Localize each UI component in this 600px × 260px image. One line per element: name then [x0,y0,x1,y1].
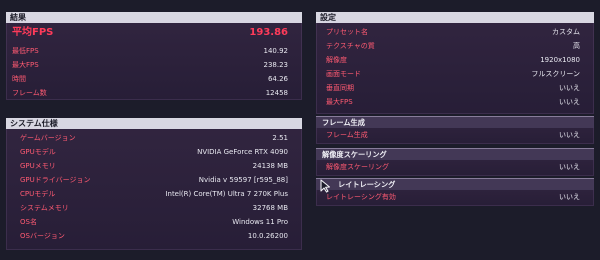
system-row-value: 24138 MB [252,162,288,170]
system-row: OS名 Windows 11 Pro [6,215,302,229]
results-row-label: 時間 [12,75,26,83]
results-row-value: 12458 [265,89,288,97]
upscaling-panel: 解像度スケーリング 解像度スケーリング いいえ [316,148,594,176]
settings-row: プリセット名 カスタム [316,25,594,39]
results-panel: 結果 平均FPS 193.86 最低FPS 140.92 最大FPS 238.2… [6,12,302,100]
system-row-value: NVIDIA GeForce RTX 4090 [197,148,288,156]
system-row-value: 10.0.26200 [247,232,288,240]
results-row: 最低FPS 140.92 [6,44,302,58]
system-row-label: OS名 [20,218,37,226]
system-row-value: Intel(R) Core(TM) Ultra 7 270K Plus [165,190,288,198]
settings-row: テクスチャの質 高 [316,39,594,53]
raytracing-panel: レイトレーシング レイトレーシング有効 いいえ [316,178,594,206]
avg-fps-label: 平均FPS [12,27,54,38]
raytracing-value: いいえ [559,193,580,201]
system-row: GPUメモリ 24138 MB [6,159,302,173]
settings-row-label: 垂直同期 [326,84,354,92]
results-row-label: 最低FPS [12,47,39,55]
raytracing-label: レイトレーシング有効 [326,193,396,201]
settings-row: 垂直同期 いいえ [316,81,594,95]
results-row-value: 140.92 [263,47,289,55]
system-row: GPUモデル NVIDIA GeForce RTX 4090 [6,145,302,159]
results-row-label: 最大FPS [12,61,39,69]
frame-gen-panel: フレーム生成 フレーム生成 いいえ [316,116,594,144]
upscaling-label: 解像度スケーリング [326,163,389,171]
frame-gen-value: いいえ [559,131,580,139]
system-row-value: 32768 MB [252,204,288,212]
settings-row-label: テクスチャの質 [326,42,375,50]
settings-row-value: カスタム [552,28,580,36]
avg-fps-row: 平均FPS 193.86 [6,25,302,41]
results-row-label: フレーム数 [12,89,47,97]
settings-row-label: プリセット名 [326,28,368,36]
results-row: 時間 64.26 [6,72,302,86]
raytracing-row: レイトレーシング有効 いいえ [316,190,594,204]
upscaling-header: 解像度スケーリング [316,148,594,160]
settings-row: 解像度 1920x1080 [316,53,594,67]
system-row: CPUモデル Intel(R) Core(TM) Ultra 7 270K Pl… [6,187,302,201]
settings-row-label: 解像度 [326,56,347,64]
results-row: フレーム数 12458 [6,86,302,100]
system-row-value: 2.51 [272,134,288,142]
upscaling-row: 解像度スケーリング いいえ [316,160,594,174]
system-row-value: Windows 11 Pro [232,218,288,226]
settings-row-value: いいえ [559,84,580,92]
mouse-pointer-icon [320,179,331,193]
system-row-label: GPUモデル [20,148,56,156]
system-row-label: ゲームバージョン [20,134,76,142]
settings-panel: 設定 プリセット名 カスタム テクスチャの質 高 解像度 1920x1080 画… [316,12,594,114]
system-row-label: GPUドライバージョン [20,176,91,184]
system-row: ゲームバージョン 2.51 [6,131,302,145]
results-row-value: 64.26 [267,75,288,83]
results-row: 最大FPS 238.23 [6,58,302,72]
settings-row-label: 画面モード [326,70,361,78]
system-row: GPUドライバージョン Nvidia v 59597 [r595_88] [6,173,302,187]
system-panel: システム仕様 ゲームバージョン 2.51 GPUモデル NVIDIA GeFor… [6,118,302,250]
system-header: システム仕様 [6,118,302,129]
settings-row: 画面モード フルスクリーン [316,67,594,81]
settings-row-value: 高 [573,42,580,50]
system-row: OSバージョン 10.0.26200 [6,229,302,243]
settings-row-label: 最大FPS [326,98,353,106]
results-header: 結果 [6,12,302,23]
frame-gen-label: フレーム生成 [326,131,368,139]
system-row-label: OSバージョン [20,232,65,240]
upscaling-value: いいえ [559,163,580,171]
system-row: システムメモリ 32768 MB [6,201,302,215]
settings-row-value: いいえ [559,98,580,106]
frame-gen-row: フレーム生成 いいえ [316,128,594,142]
system-row-label: CPUモデル [20,190,56,198]
settings-header: 設定 [316,12,594,23]
raytracing-header[interactable]: レイトレーシング [316,178,594,190]
system-row-label: GPUメモリ [20,162,56,170]
settings-row: 最大FPS いいえ [316,95,594,109]
avg-fps-value: 193.86 [249,27,288,38]
frame-gen-header: フレーム生成 [316,116,594,128]
settings-row-value: フルスクリーン [531,70,580,78]
system-row-label: システムメモリ [20,204,69,212]
results-row-value: 238.23 [263,61,289,69]
system-row-value: Nvidia v 59597 [r595_88] [198,176,288,184]
settings-row-value: 1920x1080 [540,56,580,64]
